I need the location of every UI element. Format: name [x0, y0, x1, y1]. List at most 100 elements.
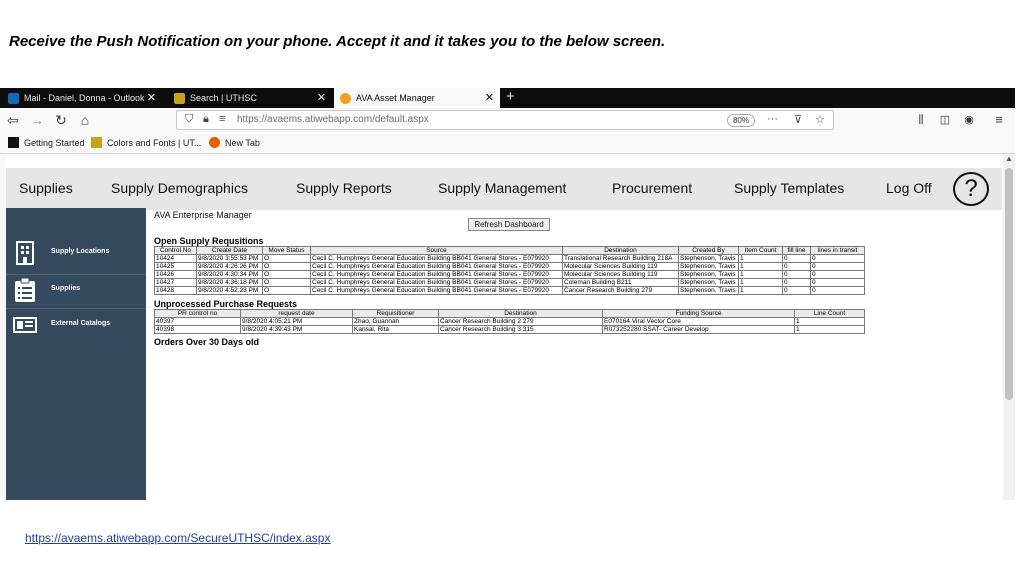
account-icon[interactable]: ◉ [960, 111, 978, 129]
table-cell: O [262, 270, 311, 279]
table-cell: Cecil C. Humphreys General Education Bui… [310, 270, 563, 279]
bookmark-getting-started[interactable]: Getting Started [8, 137, 85, 148]
menu-log-off[interactable]: Log Off [886, 180, 932, 196]
table-cell: 9/8/2020 4:05:21 PM [240, 317, 353, 326]
sidebar-item-label: External Catalogs [51, 320, 111, 327]
unprocessed-pr-table: PR control no request date Requisitioner De… [154, 309, 865, 334]
new-tab-button[interactable]: + [506, 88, 515, 108]
back-icon[interactable]: ⇦ [2, 111, 24, 129]
sidebar-item-external-catalogs[interactable]: External Catalogs [6, 306, 146, 343]
hamburger-menu-icon[interactable]: ≡ [990, 111, 1008, 129]
footer-url-link[interactable]: https://avaems.atiwebapp.com/SecureUTHSC… [25, 531, 330, 545]
table-cell: 0 [810, 262, 865, 271]
zoom-level[interactable]: 80% [727, 114, 755, 127]
sidebar-toggle-icon[interactable]: ◫ [936, 111, 954, 129]
home-icon[interactable]: ⌂ [76, 111, 94, 129]
sidebar-item-supply-locations[interactable]: Supply Locations [6, 234, 146, 271]
bookmark-star-icon[interactable]: ☆ [815, 113, 825, 126]
close-tab-icon[interactable]: ✕ [317, 91, 326, 104]
bookmark-label: New Tab [225, 137, 260, 148]
lock-icon[interactable]: 🔒︎ [203, 113, 209, 126]
table-cell: 0 [810, 254, 865, 263]
tab-outlook-mail[interactable]: Mail - Daniel, Donna - Outlook ✕ [2, 88, 162, 108]
table-cell: 1 [738, 270, 783, 279]
pocket-icon[interactable]: ⊽ [794, 113, 802, 126]
table-cell: 9/8/2020 3:55:53 PM [196, 254, 263, 263]
menu-supply-reports[interactable]: Supply Reports [296, 180, 392, 196]
table-row[interactable]: 10427 9/8/2020 4:36:18 PM O Cecil C. Humphr… [154, 278, 865, 287]
column-header: Source [310, 246, 563, 255]
reload-icon[interactable]: ↻ [52, 111, 70, 129]
table-row[interactable]: 10426 9/8/2020 4:30:34 PM O Cecil C. Humphr… [154, 270, 865, 279]
table-cell: 0 [782, 286, 811, 295]
bookmark-new-tab[interactable]: New Tab [209, 137, 260, 148]
url-bar[interactable]: ⛉ 🔒︎ ≡ https://avaems.atiwebapp.com/defa… [176, 110, 834, 130]
table-cell: Cancer Research Building 2 279 [438, 317, 603, 326]
column-header: Move Status [262, 246, 311, 255]
table-cell: 1 [738, 278, 783, 287]
page-scrollbar[interactable]: ▲ [1003, 154, 1015, 500]
menu-supply-demographics[interactable]: Supply Demographics [111, 180, 248, 196]
tab-ava-asset-manager[interactable]: AVA Asset Manager ✕ [334, 88, 500, 108]
page-actions-icon[interactable]: ··· [767, 113, 778, 125]
table-row[interactable]: 10428 9/8/2020 4:52:23 PM O Cecil C. Humphr… [154, 286, 865, 295]
table-row[interactable]: 40398 9/8/2020 4:39:43 PM Kansal, Rita Canc… [154, 325, 865, 334]
menu-procurement[interactable]: Procurement [612, 180, 692, 196]
sidebar-item-supplies[interactable]: Supplies [6, 271, 146, 308]
firefox-icon [209, 137, 220, 148]
table-cell: Molecular Sciences Building 119 [562, 262, 679, 271]
bookmark-label: Getting Started [24, 137, 85, 148]
column-header: request date [240, 309, 353, 318]
control-number-cell[interactable]: 10425 [154, 262, 197, 271]
open-requisitions-table: Control No Create Date Move Status Source De… [154, 246, 865, 295]
column-header: Create Date [196, 246, 263, 255]
table-cell: Cecil C. Humphreys General Education Bui… [310, 262, 563, 271]
table-cell: 0 [782, 262, 811, 271]
sidebar: Supply Locations Supplies External Catal… [6, 208, 146, 500]
control-number-cell[interactable]: 10426 [154, 270, 197, 279]
table-cell: Cancer Research Building 279 [562, 286, 679, 295]
table-cell: Stephenson, Travis [678, 254, 739, 263]
close-tab-icon[interactable]: ✕ [485, 91, 494, 104]
scroll-thumb[interactable] [1005, 168, 1013, 400]
control-number-cell[interactable]: 40398 [154, 325, 241, 334]
table-cell: 9/8/2020 4:26:26 PM [196, 262, 263, 271]
column-header: Funding Source [602, 309, 795, 318]
column-header: Item Count [738, 246, 783, 255]
tab-label: Search | UTHSC [190, 93, 257, 103]
forward-icon[interactable]: → [28, 111, 46, 129]
column-header: Requisitioner [352, 309, 439, 318]
sidebar-item-label: Supplies [51, 285, 81, 292]
menu-supply-management[interactable]: Supply Management [438, 180, 566, 196]
table-cell: Stephenson, Travis [678, 278, 739, 287]
control-number-cell[interactable]: 10424 [154, 254, 197, 263]
permissions-icon[interactable]: ≡ [219, 113, 225, 125]
bookmark-colors-fonts[interactable]: Colors and Fonts | UT... [91, 137, 201, 148]
control-number-cell[interactable]: 10427 [154, 278, 197, 287]
table-cell: 1 [794, 317, 865, 326]
catalog-icon [13, 317, 37, 333]
url-text: https://avaems.atiwebapp.com/default.asp… [237, 114, 429, 125]
refresh-dashboard-button[interactable]: Refresh Dashboard [468, 218, 550, 231]
menu-supplies[interactable]: Supplies [19, 180, 73, 196]
column-header: Created By [678, 246, 739, 255]
tab-label: Mail - Daniel, Donna - Outlook [24, 93, 145, 103]
column-header: lines in transit [810, 246, 865, 255]
scroll-up-icon[interactable]: ▲ [1003, 154, 1015, 163]
column-header: Line Count [794, 309, 865, 318]
bookmark-label: Colors and Fonts | UT... [107, 137, 202, 148]
menu-supply-templates[interactable]: Supply Templates [734, 180, 844, 196]
tab-search-uthsc[interactable]: Search | UTHSC ✕ [168, 88, 332, 108]
control-number-cell[interactable]: 10428 [154, 286, 197, 295]
top-menu: Supplies Supply Demographics Supply Repo… [6, 168, 1002, 210]
table-row[interactable]: 40397 9/8/2020 4:05:21 PM Zhao, Guannan Can… [154, 317, 865, 326]
library-icon[interactable]: ⫼ [912, 111, 930, 129]
table-row[interactable]: 10424 9/8/2020 3:55:53 PM O Cecil C. Humphr… [154, 254, 865, 263]
close-tab-icon[interactable]: ✕ [147, 91, 156, 104]
tab-label: AVA Asset Manager [356, 93, 435, 103]
control-number-cell[interactable]: 40397 [154, 317, 241, 326]
help-icon[interactable]: ? [953, 172, 989, 206]
table-row[interactable]: 10425 9/8/2020 4:26:26 PM O Cecil C. Humphr… [154, 262, 865, 271]
tracking-shield-icon[interactable]: ⛉ [185, 113, 193, 126]
column-header: PR control no [154, 309, 241, 318]
